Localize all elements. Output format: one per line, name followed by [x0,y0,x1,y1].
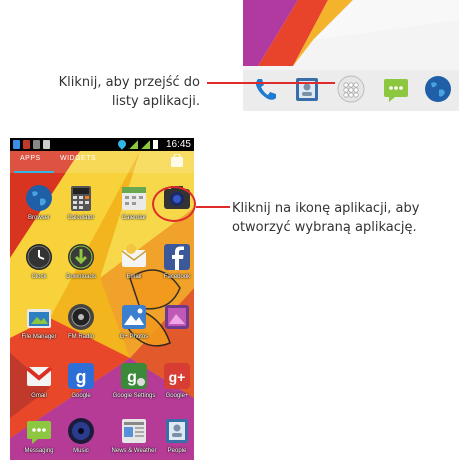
drawer-annotation: Kliknij, aby przejść do listy aplikacji. [0,73,200,111]
svg-text:g: g [127,369,137,386]
app-annotation-line1: Kliknij na ikonę aplikacji, aby [232,201,420,216]
status-bar: 16:45 [10,138,194,151]
app-label: People [167,448,187,454]
tab-apps-indicator [14,171,54,173]
news-icon [119,416,149,446]
svg-text:g+: g+ [169,369,186,385]
app-photos[interactable]: G+ Photos [111,302,157,356]
signal-icon-2 [141,140,150,149]
status-time: 16:45 [165,139,191,150]
gallery-icon [162,302,192,332]
messaging-icon[interactable] [381,74,411,104]
calendar-icon [119,183,149,213]
clock-icon [24,242,54,272]
camera-highlight-circle [152,186,196,222]
phone-icon[interactable] [251,74,281,104]
app-leader-line [196,206,230,208]
download-icon [66,242,96,272]
app-drawer-icon[interactable] [336,74,366,104]
app-email[interactable]: Email [111,242,157,296]
app-globe[interactable]: Browser [16,183,62,237]
system-icons [116,138,158,150]
app-radio[interactable]: FM Radio [58,302,104,356]
email-icon [119,242,149,272]
app-label: FM Radio [67,334,94,340]
app-label: Calendar [121,215,147,221]
app-label: Downloads [66,274,96,280]
drawer-annotation-line2: listy aplikacji. [111,94,200,109]
google-settings-icon: g [119,361,149,391]
drawer-tabs: APPS WIDGETS [10,151,194,173]
tab-widgets[interactable]: WIDGETS [60,155,96,162]
calculator-icon [66,183,96,213]
drawer-leader-line [207,82,335,84]
app-gmail[interactable]: Gmail [16,361,62,415]
app-label: Music [73,448,89,454]
app-facebook[interactable]: Facebook [154,242,194,296]
folder-icon [24,302,54,332]
wifi-icon [116,138,128,150]
app-clock[interactable]: Clock [16,242,62,296]
app-music[interactable]: Music [58,416,104,460]
google-plus-icon: g+ [162,361,192,391]
people-icon [162,416,192,446]
app-folder[interactable]: File Manager [16,302,62,356]
app-label: Google+ [165,393,189,399]
app-google[interactable]: g Google [58,361,104,415]
gmail-icon [24,361,54,391]
app-annotation: Kliknij na ikonę aplikacji, aby otworzyć… [232,199,456,237]
app-google-plus[interactable]: g+ Google+ [154,361,194,415]
music-icon [66,416,96,446]
battery-icon [153,140,158,149]
home-dock-crop [243,0,459,111]
google-icon: g [66,361,96,391]
messaging-icon [24,416,54,446]
app-calculator[interactable]: Calculator [58,183,104,237]
browser-icon[interactable] [423,74,453,104]
app-annotation-line2: otworzyć wybraną aplikację. [232,220,417,235]
photos-icon [119,302,149,332]
app-label: Google [71,393,91,399]
app-label: G+ Photos [119,334,149,340]
app-label: Facebook [163,274,191,280]
app-label: Calculator [67,215,95,221]
play-store-icon[interactable] [170,154,184,168]
notification-icons [13,140,50,149]
globe-icon [24,183,54,213]
app-download[interactable]: Downloads [58,242,104,296]
app-google-settings[interactable]: g Google Settings [111,361,157,415]
app-people[interactable]: People [154,416,194,460]
drawer-annotation-line1: Kliknij, aby przejść do [58,75,200,90]
tab-apps[interactable]: APPS [20,155,41,162]
radio-icon [66,302,96,332]
contacts-icon[interactable] [292,74,322,104]
signal-icon [129,140,138,149]
svg-text:g: g [76,367,87,387]
facebook-icon [162,242,192,272]
app-gallery[interactable] [154,302,194,356]
app-calendar[interactable]: Calendar [111,183,157,237]
